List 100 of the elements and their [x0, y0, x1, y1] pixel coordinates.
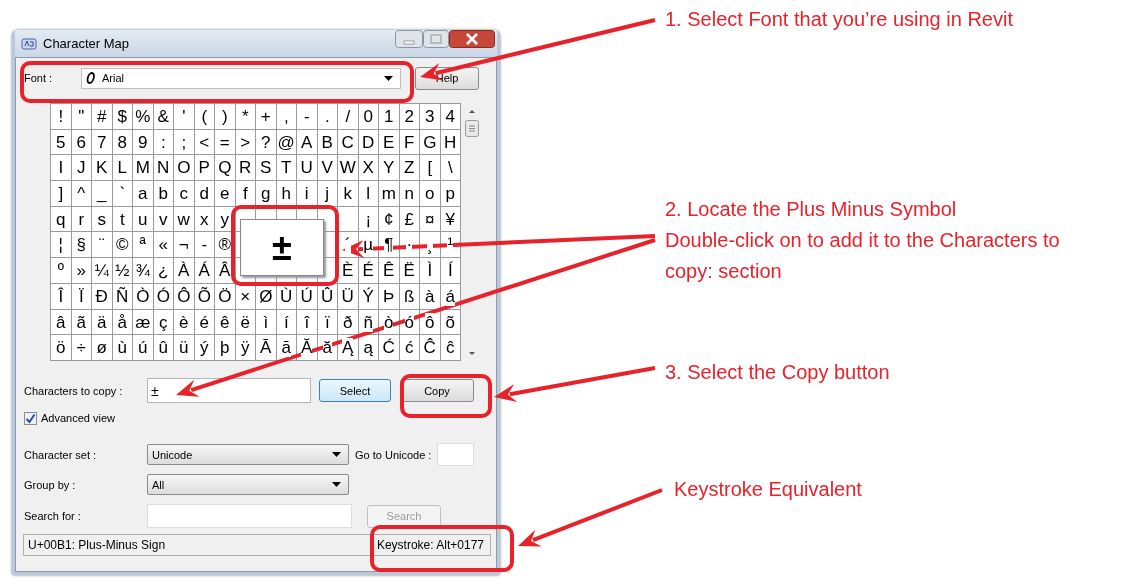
character-cell[interactable]: þ [215, 335, 236, 361]
character-cell[interactable]: ï [317, 309, 338, 336]
character-cell[interactable]: ù [112, 335, 133, 361]
character-cell[interactable]: > [235, 129, 256, 156]
character-cell[interactable]: ì [256, 309, 277, 336]
character-cell[interactable]: * [235, 104, 256, 130]
character-cell[interactable]: 7 [92, 129, 113, 156]
character-cell[interactable]: V [317, 155, 338, 182]
character-cell[interactable]: \ [440, 155, 461, 182]
character-cell[interactable]: N [153, 155, 174, 182]
character-cell[interactable]: ā [276, 335, 297, 361]
character-cell[interactable]: õ [440, 309, 461, 336]
character-cell[interactable]: # [92, 104, 113, 130]
characters-to-copy-field[interactable]: ± [147, 378, 311, 403]
character-cell[interactable]: · [399, 232, 420, 259]
character-cell[interactable]: d [194, 181, 215, 207]
character-cell[interactable]: ć [399, 335, 420, 361]
character-cell[interactable]: " [71, 104, 92, 130]
character-cell[interactable]: ª [133, 232, 154, 259]
character-cell[interactable]: x [194, 206, 215, 233]
close-button[interactable] [449, 30, 495, 48]
character-cell[interactable]: f [235, 181, 256, 207]
character-cell[interactable]: ) [215, 104, 236, 130]
character-cell[interactable]: - [297, 104, 318, 130]
character-cell[interactable]: s [92, 206, 113, 233]
character-cell[interactable]: S [256, 155, 277, 182]
character-cell[interactable]: ë [235, 309, 256, 336]
character-cell[interactable]: ą [358, 335, 379, 361]
character-cell[interactable]: T [276, 155, 297, 182]
character-cell[interactable]: g [256, 181, 277, 207]
character-cell[interactable]: ý [194, 335, 215, 361]
character-cell[interactable]: Õ [194, 283, 215, 310]
character-cell[interactable]: u [133, 206, 154, 233]
character-cell[interactable]: / [338, 104, 359, 130]
character-cell[interactable]: ê [215, 309, 236, 336]
character-cell[interactable]: ' [174, 104, 195, 130]
character-set-dropdown[interactable]: Unicode [147, 444, 349, 465]
character-cell[interactable]: Ö [215, 283, 236, 310]
character-cell[interactable]: Ø [256, 283, 277, 310]
character-cell[interactable]: ø [92, 335, 113, 361]
character-cell[interactable]: ñ [358, 309, 379, 336]
search-field[interactable] [147, 504, 352, 528]
character-cell[interactable]: Ă [297, 335, 318, 361]
character-cell[interactable]: ¤ [420, 206, 441, 233]
character-cell[interactable]: ü [174, 335, 195, 361]
character-cell[interactable]: ä [92, 309, 113, 336]
character-cell[interactable]: ¨ [92, 232, 113, 259]
character-cell[interactable]: r [71, 206, 92, 233]
character-cell[interactable]: Ĉ [420, 335, 441, 361]
character-cell[interactable]: . [317, 104, 338, 130]
character-cell[interactable]: ÷ [71, 335, 92, 361]
character-cell[interactable]: Ú [297, 283, 318, 310]
character-cell[interactable]: È [338, 258, 359, 284]
character-cell[interactable]: E [379, 129, 400, 156]
character-cell[interactable]: 1 [379, 104, 400, 130]
character-cell[interactable]: ö [51, 335, 72, 361]
character-cell[interactable]: î [297, 309, 318, 336]
character-cell[interactable]: , [276, 104, 297, 130]
character-cell[interactable]: ® [215, 232, 236, 259]
character-cell[interactable]: å [112, 309, 133, 336]
character-cell[interactable]: ^ [71, 181, 92, 207]
character-cell[interactable]: < [194, 129, 215, 156]
character-cell[interactable]: à [420, 283, 441, 310]
character-cell[interactable]: ? [256, 129, 277, 156]
character-cell[interactable]: G [420, 129, 441, 156]
character-cell[interactable]: $ [112, 104, 133, 130]
character-cell[interactable]: y [215, 206, 236, 233]
character-cell[interactable]: Ð [92, 283, 113, 310]
character-cell[interactable]: 5 [51, 129, 72, 156]
character-cell[interactable]: : [153, 129, 174, 156]
character-cell[interactable]: - [194, 232, 215, 259]
character-cell[interactable]: L [112, 155, 133, 182]
character-cell[interactable]: + [256, 104, 277, 130]
character-cell[interactable]: B [317, 129, 338, 156]
character-cell[interactable]: Þ [379, 283, 400, 310]
character-cell[interactable]: × [235, 283, 256, 310]
character-cell[interactable]: Ê [379, 258, 400, 284]
character-cell[interactable]: Ë [399, 258, 420, 284]
character-cell[interactable]: 8 [112, 129, 133, 156]
character-cell[interactable]: ă [317, 335, 338, 361]
character-cell[interactable]: º [51, 258, 72, 284]
character-cell[interactable]: 9 [133, 129, 154, 156]
character-cell[interactable]: £ [399, 206, 420, 233]
character-cell[interactable]: O [174, 155, 195, 182]
character-cell[interactable]: ÿ [235, 335, 256, 361]
character-cell[interactable]: ¢ [379, 206, 400, 233]
character-cell[interactable]: U [297, 155, 318, 182]
character-cell[interactable]: Î [51, 283, 72, 310]
character-cell[interactable]: Ý [358, 283, 379, 310]
character-cell[interactable]: 4 [440, 104, 461, 130]
character-cell[interactable]: H [440, 129, 461, 156]
character-cell[interactable]: a [133, 181, 154, 207]
character-cell[interactable]: C [338, 129, 359, 156]
character-cell[interactable]: v [153, 206, 174, 233]
character-cell[interactable]: Ó [153, 283, 174, 310]
character-cell[interactable]: ¿ [153, 258, 174, 284]
select-button[interactable]: Select [319, 379, 391, 402]
character-cell[interactable]: c [174, 181, 195, 207]
character-cell[interactable]: ¦ [51, 232, 72, 259]
character-cell[interactable]: Z [399, 155, 420, 182]
